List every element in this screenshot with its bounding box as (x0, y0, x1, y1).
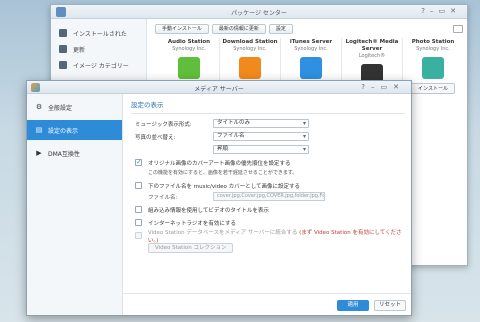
video-station-option: Video Station データベースをメディア サーバーに統合する (まず … (131, 229, 405, 244)
filename-cover-checkbox[interactable] (135, 182, 142, 189)
filename-cover-option[interactable]: 下のファイル名を music/video カバーとして画像に設定する (131, 180, 405, 191)
view-toggle-icon[interactable] (453, 25, 463, 33)
itunes-server-icon (300, 57, 322, 79)
sidebar-item-dma[interactable]: ▶ DMA互換性 (27, 143, 122, 163)
package-vendor: Synology Inc. (172, 46, 206, 52)
internet-radio-checkbox[interactable] (135, 219, 142, 226)
embedded-title-option[interactable]: 組み込み情報を使用してビデオのタイトルを表示 (131, 204, 405, 215)
cover-art-note: この機能を有効にすると、画像を若干遅延させることができます。 (148, 170, 298, 176)
sidebar-item-category[interactable]: イメージ カテゴリー (51, 57, 146, 73)
package-center-toolbar: 手動インストール 最新の情報に更新 設定 (155, 23, 463, 35)
photo-sort-select[interactable]: ファイル名 (213, 132, 309, 141)
sidebar-item-label: イメージ カテゴリー (73, 62, 129, 70)
window-controls[interactable]: ?–▭✕ (361, 83, 405, 91)
sidebar-item-label: 更新 (73, 46, 86, 54)
section-title: 設定の表示 (131, 101, 164, 109)
filename-cover-label: 下のファイル名を music/video カバーとして画像に設定する (148, 183, 300, 190)
filename-field-row: ファイル名: cover.jpg,Cover.jpg,COVER.jpg,fol… (131, 191, 405, 202)
media-server-window: メディア サーバー ?–▭✕ ⚙ 全般設定 ▤ 設定の表示 ▶ DMA互換性 設… (26, 80, 412, 316)
video-station-checkbox (135, 232, 142, 239)
music-display-label: ミュージック表示形式: (135, 121, 192, 128)
refresh-icon (59, 45, 67, 53)
media-server-sidebar: ⚙ 全般設定 ▤ 設定の表示 ▶ DMA互換性 (27, 94, 123, 315)
music-display-row: ミュージック表示形式: タイトルのみ (131, 118, 405, 129)
photo-sort-label: 写真の並べ替え: (135, 134, 176, 141)
manual-install-button[interactable]: 手動インストール (155, 24, 209, 34)
package-name: Download Station (222, 39, 278, 45)
gear-icon: ⚙ (35, 103, 43, 111)
reset-button[interactable]: リセット (374, 300, 406, 311)
sidebar-item-label: 設定の表示 (48, 127, 79, 135)
sidebar-item-display[interactable]: ▤ 設定の表示 (27, 120, 122, 140)
package-center-title: パッケージ センター (231, 10, 287, 17)
video-station-collection-button: Video Station コレクション (148, 243, 234, 253)
photo-order-row: 昇順 (131, 144, 405, 155)
sidebar-item-label: 全般設定 (48, 104, 73, 112)
audio-station-icon (178, 57, 200, 79)
embedded-title-label: 組み込み情報を使用してビデオのタイトルを表示 (148, 207, 269, 214)
photo-order-select[interactable]: 昇順 (213, 145, 309, 154)
cover-art-label: オリジナル画像のカバーアート画像の優先順位を設定する (148, 160, 291, 167)
video-station-label: Video Station データベースをメディア サーバーに統合する (147, 229, 298, 236)
compatibility-icon: ▶ (36, 149, 42, 157)
package-vendor: Synology Inc. (294, 46, 328, 52)
download-icon (59, 29, 67, 37)
media-server-title: メディア サーバー (194, 86, 244, 93)
music-display-select[interactable]: タイトルのみ (213, 119, 309, 128)
internet-radio-label: インターネットラジオを有効にする (148, 220, 236, 227)
sidebar-item-updates[interactable]: 更新 (51, 41, 146, 57)
cover-art-checkbox[interactable] (135, 158, 142, 166)
sidebar-item-general[interactable]: ⚙ 全般設定 (27, 97, 122, 117)
internet-radio-option[interactable]: インターネットラジオを有効にする (131, 217, 405, 228)
section-divider (131, 113, 405, 114)
refresh-button[interactable]: 最新の情報に更新 (211, 24, 266, 34)
sidebar-item-label: インストールされた (73, 30, 127, 38)
dialog-footer: 適用 リセット (123, 293, 411, 315)
sidebar-item-label: DMA互換性 (48, 150, 80, 158)
package-name: Audio Station (167, 39, 211, 45)
embedded-title-checkbox[interactable] (135, 206, 142, 213)
photo-station-icon (422, 57, 444, 79)
package-vendor: Logitech® (358, 53, 386, 59)
filename-field-label: ファイル名: (148, 194, 178, 201)
install-button[interactable]: インストール (411, 83, 455, 94)
package-name: Photo Station (411, 39, 455, 45)
media-server-titlebar[interactable]: メディア サーバー ?–▭✕ (27, 81, 411, 94)
cover-art-option[interactable]: オリジナル画像のカバーアート画像の優先順位を設定する (131, 157, 405, 168)
settings-button[interactable]: 設定 (268, 24, 293, 34)
display-icon: ▤ (35, 126, 43, 134)
category-icon (59, 61, 67, 69)
filename-input[interactable]: cover.jpg,Cover.jpg,COVER.jpg,folder.jpg… (213, 192, 325, 201)
package-center-titlebar[interactable]: パッケージ センター ?–▭✕ (51, 5, 467, 19)
package-name: Logitech® Media Server (345, 39, 399, 52)
sidebar-item-installed[interactable]: インストールされた (51, 25, 146, 41)
download-station-icon (239, 57, 261, 79)
package-vendor: Synology Inc. (233, 46, 267, 52)
window-controls[interactable]: ?–▭✕ (421, 7, 461, 15)
package-name: iTunes Server (289, 39, 333, 45)
package-card[interactable]: Photo Station Synology Inc. インストール (403, 38, 463, 118)
package-vendor: Synology Inc. (416, 46, 450, 52)
apply-button[interactable]: 適用 (337, 300, 369, 311)
settings-panel: 設定の表示 ミュージック表示形式: タイトルのみ 写真の並べ替え: ファイル名 … (131, 99, 405, 293)
photo-sort-row: 写真の並べ替え: ファイル名 (131, 131, 405, 142)
